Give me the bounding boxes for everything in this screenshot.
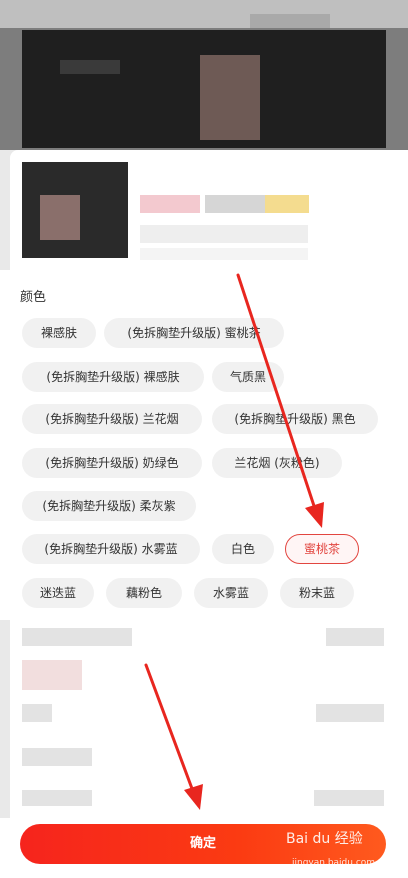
blurred-text-block (22, 748, 92, 766)
blurred-text-block (22, 628, 132, 646)
color-option-chip[interactable]: 粉末蓝 (280, 578, 354, 608)
color-option-chip[interactable]: (免拆胸垫升级版) 柔灰紫 (22, 491, 196, 521)
blurred-text-block (326, 628, 384, 646)
watermark-url: jingyan.baidu.com (292, 858, 376, 868)
blurred-figure (200, 55, 260, 140)
color-option-chip[interactable]: (免拆胸垫升级版) 蜜桃茶 (104, 318, 284, 348)
blurred-thumbnail-figure (40, 195, 80, 240)
color-option-chip[interactable]: 兰花烟 (灰粉色) (212, 448, 342, 478)
color-option-chip[interactable]: (免拆胸垫升级版) 奶绿色 (22, 448, 202, 478)
color-option-chip[interactable]: 裸感肤 (22, 318, 96, 348)
blurred-price (140, 195, 200, 213)
blurred-text-block (314, 790, 384, 806)
color-option-chip[interactable]: (免拆胸垫升级版) 水雾蓝 (22, 534, 200, 564)
color-option-chip[interactable]: 藕粉色 (106, 578, 182, 608)
blurred-text-block (205, 195, 265, 213)
section-title-color: 颜色 (20, 290, 47, 305)
color-option-chip[interactable]: (免拆胸垫升级版) 裸感肤 (22, 362, 204, 392)
blurred-text-block (140, 248, 308, 260)
blurred-text-block (250, 14, 330, 28)
color-option-chip[interactable]: 迷迭蓝 (22, 578, 94, 608)
watermark-brand: Bai du 经验 (286, 831, 363, 847)
blurred-text-block (22, 790, 92, 806)
color-option-chip[interactable]: (免拆胸垫升级版) 兰花烟 (22, 404, 202, 434)
blurred-top-strip (0, 0, 408, 28)
color-option-chip[interactable]: 水雾蓝 (194, 578, 268, 608)
color-option-chip[interactable]: 白色 (212, 534, 274, 564)
color-option-chip[interactable]: (免拆胸垫升级版) 黑色 (212, 404, 378, 434)
color-option-chip[interactable]: 气质黑 (212, 362, 284, 392)
blurred-text-block (316, 704, 384, 722)
blurred-text-block (22, 704, 52, 722)
blurred-text-block (60, 60, 120, 74)
blurred-text-block (140, 225, 308, 243)
blurred-text-block (22, 660, 82, 690)
color-option-chip-selected[interactable]: 蜜桃茶 (285, 534, 359, 564)
blurred-badge (265, 195, 309, 213)
